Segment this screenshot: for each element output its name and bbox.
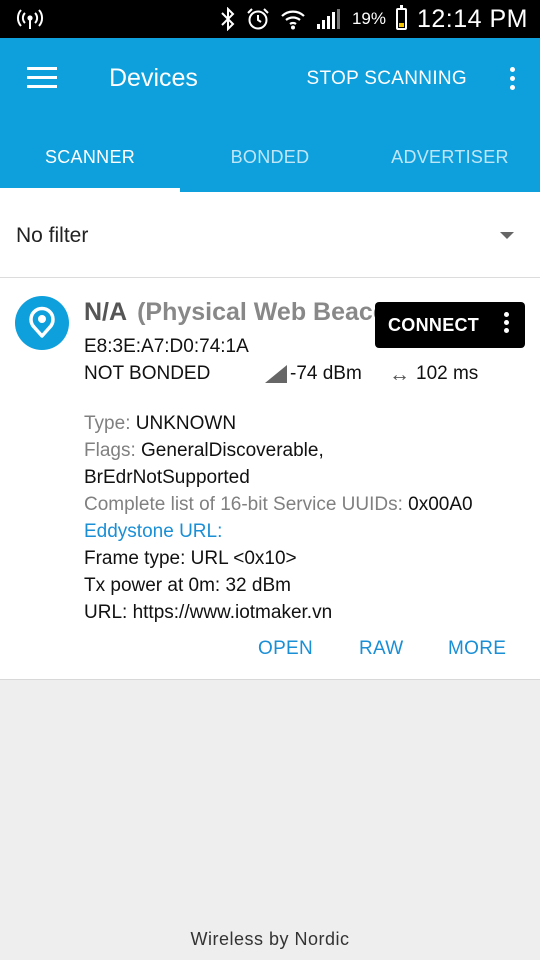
device-type-label: (Physical Web Beacon)	[137, 298, 384, 326]
filter-dropdown[interactable]: No filter	[0, 192, 540, 278]
more-button[interactable]: MORE	[448, 638, 506, 660]
page-title: Devices	[109, 64, 198, 92]
device-card[interactable]: N/A (Physical Web Beacon) E8:3E:A7:D0:74:…	[0, 278, 540, 680]
card-actions: OPEN RAW MORE	[0, 638, 540, 668]
tab-bonded[interactable]: BONDED	[180, 122, 360, 192]
detail-flags-cont: BrEdrNotSupported	[84, 467, 250, 488]
raw-button[interactable]: RAW	[359, 638, 404, 660]
hamburger-menu-icon[interactable]	[27, 67, 57, 89]
signal-icon	[316, 9, 340, 29]
detail-url: URL: https://www.iotmaker.vn	[84, 602, 333, 623]
rssi-signal-icon	[265, 365, 287, 383]
bond-state: NOT BONDED	[84, 363, 211, 384]
detail-uuids: Complete list of 16-bit Service UUIDs: 0…	[84, 494, 473, 515]
tab-bar: SCANNER BONDED ADVERTISER	[0, 122, 540, 192]
rssi-readout: -74 dBm	[265, 363, 362, 385]
alarm-icon	[247, 8, 269, 30]
wifi-icon	[281, 10, 305, 30]
interval-readout: ↔ 102 ms	[389, 363, 478, 385]
advertising-details: Type: UNKNOWN Flags: GeneralDiscoverable…	[84, 410, 524, 626]
toolbar: Devices STOP SCANNING	[0, 38, 540, 122]
detail-frame-type: Frame type: URL <0x10>	[84, 548, 297, 569]
detail-flags: Flags: GeneralDiscoverable,	[84, 440, 324, 461]
status-bar: 19% 12:14 PM	[0, 0, 540, 38]
device-name: N/A	[84, 298, 128, 326]
open-button[interactable]: OPEN	[258, 638, 313, 660]
filter-value: No filter	[16, 224, 89, 247]
hotspot-icon	[17, 9, 43, 29]
detail-tx-power: Tx power at 0m: 32 dBm	[84, 575, 291, 596]
detail-type: Type: UNKNOWN	[84, 413, 237, 434]
connect-more-options-icon[interactable]	[502, 312, 510, 338]
clock: 12:14 PM	[416, 4, 528, 33]
device-mac-address: E8:3E:A7:D0:74:1A	[84, 336, 249, 357]
eddystone-url-label: Eddystone URL:	[84, 521, 223, 542]
battery-percent: 19%	[351, 9, 386, 28]
device-beacon-icon	[15, 296, 69, 350]
dropdown-arrow-icon	[500, 232, 514, 239]
tab-scanner[interactable]: SCANNER	[0, 122, 180, 192]
device-title: N/A (Physical Web Beacon)	[84, 298, 384, 332]
overflow-menu-icon[interactable]	[508, 67, 516, 93]
battery-icon	[395, 5, 407, 30]
interval-arrows-icon: ↔	[389, 362, 410, 386]
app-bar: Devices STOP SCANNING SCANNER BONDED ADV…	[0, 38, 540, 192]
connect-panel: CONNECT	[375, 302, 525, 348]
bluetooth-icon	[221, 7, 235, 31]
footer-branding: Wireless by Nordic	[190, 929, 350, 949]
interval-value: 102 ms	[416, 363, 479, 384]
stop-scanning-button[interactable]: STOP SCANNING	[306, 68, 467, 90]
tab-advertiser[interactable]: ADVERTISER	[360, 122, 540, 192]
rssi-value: -74 dBm	[290, 363, 362, 384]
connect-button[interactable]: CONNECT	[388, 315, 479, 336]
